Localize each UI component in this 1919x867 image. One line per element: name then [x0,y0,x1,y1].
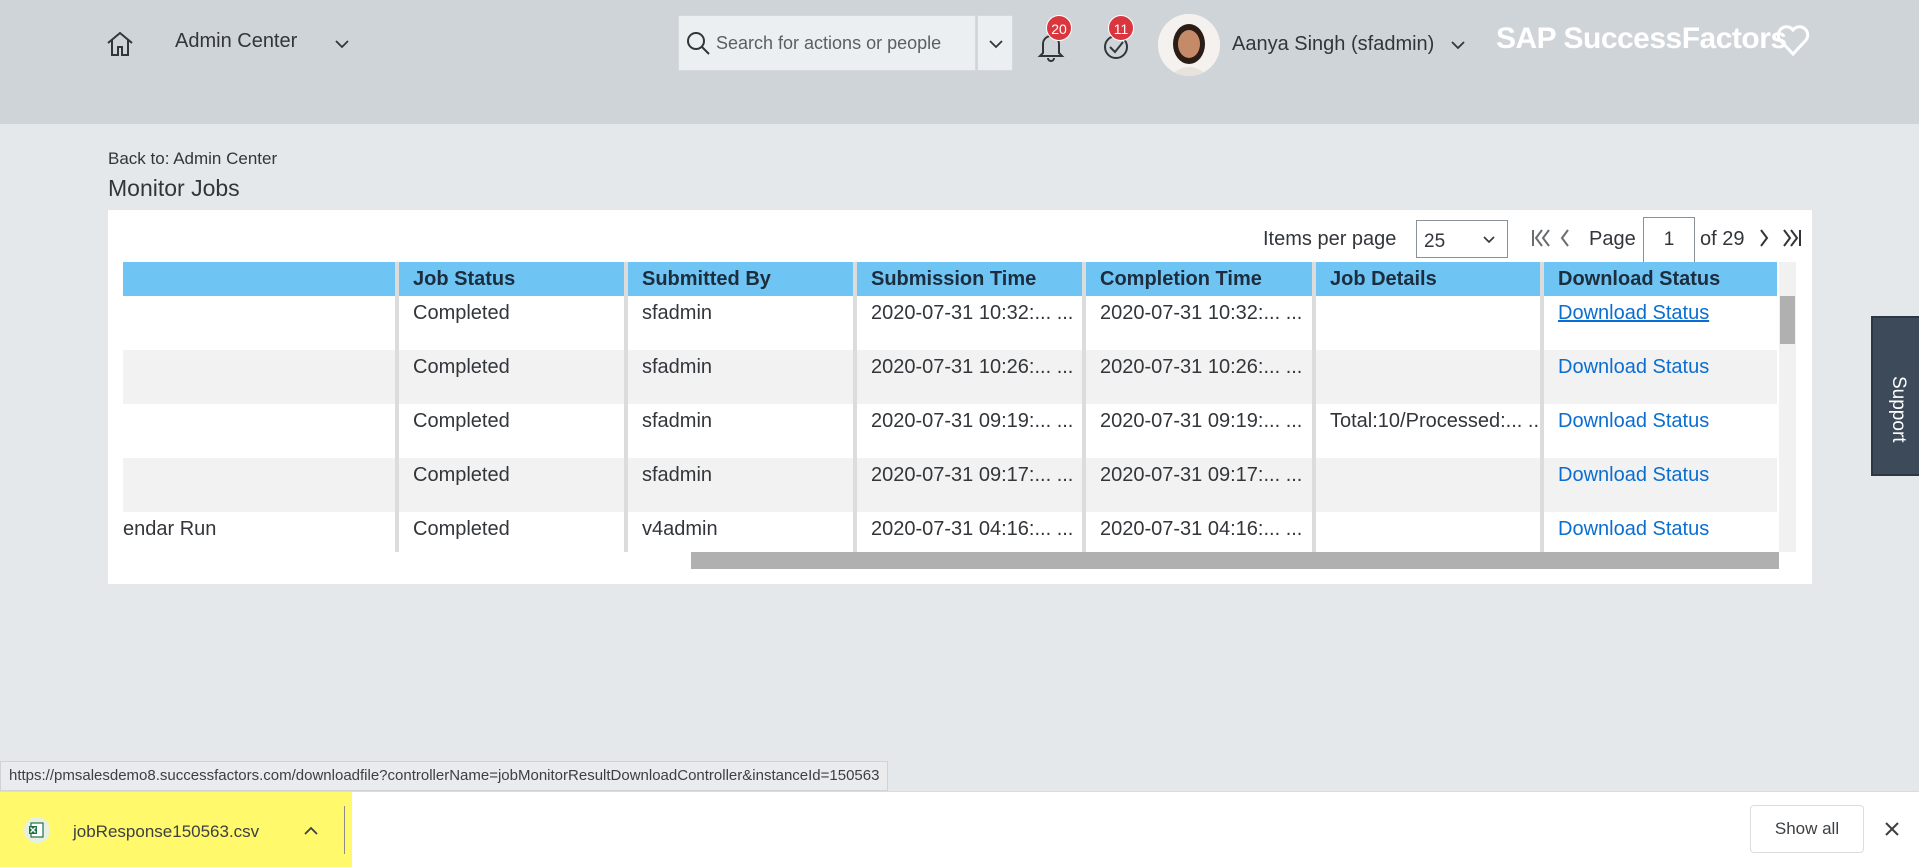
cell-completion-time: 2020-07-31 04:16:... ... [1100,518,1303,540]
cell-submission-time: 2020-07-31 10:26:... ... [871,356,1074,378]
column-header-completion-time[interactable]: Completion Time [1086,262,1312,296]
page-total: of 29 [1700,228,1745,250]
notifications-badge: 20 [1046,15,1072,41]
home-icon[interactable] [104,28,136,60]
first-page-icon[interactable] [1530,226,1552,255]
cell-job-details [1316,458,1540,512]
support-label: Support [1888,376,1909,443]
cell-name [123,458,395,512]
cell-name [123,296,395,350]
cell-job-details: Total:10/Processed:... ... [1330,410,1540,432]
todo-badge: 11 [1108,15,1134,41]
cell-job-details [1316,296,1540,350]
column-divider[interactable] [395,262,399,552]
cell-completion-time: 2020-07-31 10:32:... ... [1100,302,1303,324]
cell-name [123,404,395,458]
cell-submitted-by: sfadmin [642,410,713,432]
next-page-icon[interactable] [1755,226,1773,255]
support-tab[interactable]: Support [1871,316,1919,476]
chevron-down-icon[interactable] [332,34,352,54]
divider [344,806,345,854]
download-status-link[interactable]: Download Status [1558,518,1709,540]
column-header-submitted-by[interactable]: Submitted By [628,262,853,296]
cell-submission-time: 2020-07-31 04:16:... ... [871,518,1074,540]
cell-job-status: Completed [413,356,510,378]
cell-submission-time: 2020-07-31 09:19:... ... [871,410,1074,432]
column-header-submission-time[interactable]: Submission Time [857,262,1082,296]
items-per-page-value: 25 [1424,231,1446,252]
avatar[interactable] [1158,14,1220,76]
column-divider[interactable] [1540,262,1544,552]
show-all-button[interactable]: Show all [1750,805,1864,853]
cell-download-status: Download Status [1544,350,1777,404]
download-status-link[interactable]: Download Status [1558,356,1709,378]
cell-submission-time: 2020-07-31 10:32:... ... [871,302,1074,324]
download-status-link[interactable]: Download Status [1558,464,1709,486]
back-link[interactable]: Back to: Admin Center [108,149,277,169]
chevron-down-icon[interactable] [1449,36,1467,54]
user-name[interactable]: Aanya Singh (sfadmin) [1232,33,1434,56]
cell-submitted-by: sfadmin [642,464,713,486]
cell-job-status: Completed [413,464,510,486]
cell-download-status: Download Status [1544,404,1777,458]
page-title: Monitor Jobs [108,175,240,201]
jobs-table: Job Status Submitted By Submission Time … [123,262,1777,552]
cell-job-status: Completed [413,302,510,324]
page-label: Page [1589,228,1636,250]
excel-file-icon [24,817,50,843]
horizontal-scrollbar[interactable] [691,552,1779,569]
cell-completion-time: 2020-07-31 09:17:... ... [1100,464,1303,486]
download-status-link[interactable]: Download Status [1558,410,1709,432]
column-divider[interactable] [624,262,628,552]
previous-page-icon[interactable] [1556,226,1574,255]
status-bar-url: https://pmsalesdemo8.successfactors.com/… [0,761,889,791]
search-input[interactable] [716,29,971,57]
column-header-job-details[interactable]: Job Details [1316,262,1540,296]
cell-download-status: Download Status [1544,512,1777,552]
heart-logo-icon [1775,22,1811,58]
column-divider[interactable] [1312,262,1316,552]
table-row: Completed sfadmin 2020-07-31 10:32:... .… [123,296,1777,350]
app-title[interactable]: Admin Center [175,30,297,53]
cell-job-status: Completed [413,410,510,432]
search-scope-dropdown[interactable] [977,15,1013,71]
cell-job-details [1316,512,1540,552]
cell-submitted-by: v4admin [642,518,718,540]
search-icon [685,30,711,56]
cell-completion-time: 2020-07-31 10:26:... ... [1100,356,1303,378]
cell-job-details [1316,350,1540,404]
cell-name: endar Run [123,518,217,540]
column-header-job-status[interactable]: Job Status [399,262,624,296]
table-row: Completed sfadmin 2020-07-31 09:19:... .… [123,404,1777,458]
download-status-link[interactable]: Download Status [1558,302,1709,324]
cell-job-status: Completed [413,518,510,540]
page-number-input[interactable] [1643,217,1695,263]
column-divider[interactable] [853,262,857,552]
cell-download-status: Download Status [1544,296,1777,350]
cell-submission-time: 2020-07-31 09:17:... ... [871,464,1074,486]
column-header-download-status[interactable]: Download Status [1544,262,1777,296]
chevron-up-icon[interactable] [302,822,320,845]
close-icon[interactable] [1882,819,1902,844]
cell-completion-time: 2020-07-31 09:19:... ... [1100,410,1303,432]
column-header-name[interactable] [123,262,395,296]
last-page-icon[interactable] [1781,226,1803,255]
chevron-down-icon [1481,232,1497,253]
table-row: Completed sfadmin 2020-07-31 10:26:... .… [123,350,1777,404]
cell-submitted-by: sfadmin [642,302,713,324]
table-row: Completed sfadmin 2020-07-31 09:17:... .… [123,458,1777,512]
cell-name [123,350,395,404]
items-per-page-label: Items per page [1263,228,1397,250]
cell-download-status: Download Status [1544,458,1777,512]
table-row: endar Run Completed v4admin 2020-07-31 0… [123,512,1777,552]
cell-submitted-by: sfadmin [642,356,713,378]
column-divider[interactable] [1082,262,1086,552]
download-file-name: jobResponse150563.csv [73,822,260,841]
brand-logo: SAP SuccessFactors [1496,22,1787,55]
vertical-scrollbar-thumb[interactable] [1780,296,1795,344]
